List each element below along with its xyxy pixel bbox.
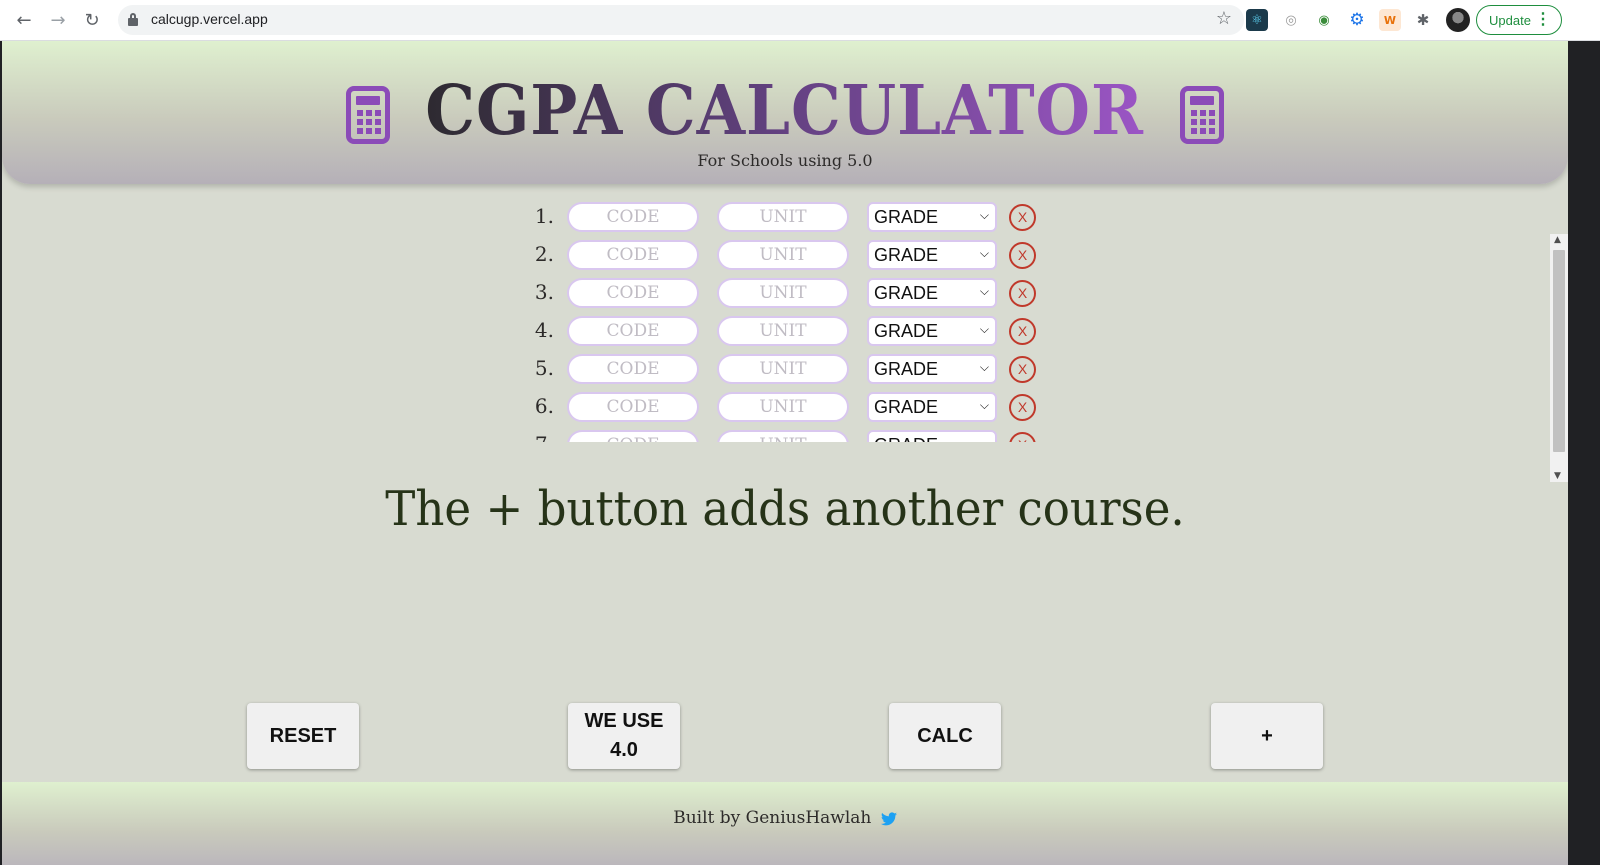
- address-bar[interactable]: calcugp.vercel.app ☆: [118, 5, 1244, 35]
- course-code-input[interactable]: CODE: [567, 278, 699, 308]
- footer: Built by GeniusHawlah: [2, 782, 1568, 865]
- grade-value: GRADE: [874, 283, 939, 303]
- browser-toolbar: ← → ↻ calcugp.vercel.app ☆ ⚛ ◎ ◉ ⚙ W ✱ U…: [0, 0, 1600, 41]
- course-list[interactable]: 1. CODE UNIT GRADE ⌵ X 2. CODE UNIT GRADE…: [2, 194, 1568, 442]
- remove-course-button[interactable]: X: [1009, 204, 1036, 231]
- grade-value: GRADE: [874, 397, 939, 417]
- course-unit-input[interactable]: UNIT: [717, 278, 849, 308]
- url-text: calcugp.vercel.app: [151, 11, 268, 27]
- course-code-input[interactable]: CODE: [567, 202, 699, 232]
- course-code-input[interactable]: CODE: [567, 392, 699, 422]
- puzzle-icon[interactable]: ✱: [1412, 9, 1434, 31]
- page-subtitle: For Schools using 5.0: [697, 151, 873, 170]
- row-number: 4.: [534, 318, 554, 342]
- course-list-scrollbar[interactable]: ▲ ▼: [1550, 234, 1568, 482]
- row-number: 3.: [534, 280, 554, 304]
- w-extension-icon[interactable]: W: [1379, 9, 1401, 31]
- scrollbar-thumb[interactable]: [1553, 250, 1565, 452]
- course-row: 1. CODE UNIT GRADE ⌵ X: [532, 202, 1042, 234]
- grade-select[interactable]: GRADE ⌵: [867, 278, 997, 308]
- chevron-down-icon: ⌵: [979, 246, 989, 260]
- add-course-button[interactable]: +: [1211, 703, 1323, 769]
- globe-extension-icon[interactable]: ◉: [1313, 9, 1335, 31]
- reset-button[interactable]: RESET: [247, 703, 359, 769]
- hint-text: The + button adds another course.: [385, 481, 1185, 537]
- extension-icon[interactable]: ◎: [1280, 9, 1302, 31]
- course-row: 2. CODE UNIT GRADE ⌵ X: [532, 240, 1042, 272]
- course-code-input[interactable]: CODE: [567, 354, 699, 384]
- remove-course-button[interactable]: X: [1009, 280, 1036, 307]
- course-code-input[interactable]: CODE: [567, 240, 699, 270]
- scroll-up-arrow-icon[interactable]: ▲: [1554, 235, 1561, 245]
- remove-course-button[interactable]: X: [1009, 242, 1036, 269]
- react-devtools-icon[interactable]: ⚛: [1246, 9, 1268, 31]
- settings-gear-icon[interactable]: ⚙: [1346, 9, 1368, 31]
- grade-select[interactable]: GRADE ⌵: [867, 430, 997, 442]
- update-button[interactable]: Update ⋮: [1476, 5, 1562, 35]
- grade-select[interactable]: GRADE ⌵: [867, 392, 997, 422]
- title-row: CGPA CALCULATOR: [2, 71, 1568, 151]
- chevron-down-icon: ⌵: [979, 398, 989, 412]
- course-row: 3. CODE UNIT GRADE ⌵ X: [532, 278, 1042, 310]
- back-arrow-icon[interactable]: ←: [12, 8, 36, 32]
- page: CGPA CALCULATOR For Schools using 5.0 1.…: [2, 41, 1568, 865]
- course-row: 4. CODE UNIT GRADE ⌵ X: [532, 316, 1042, 348]
- forward-arrow-icon[interactable]: →: [46, 8, 70, 32]
- grade-select[interactable]: GRADE ⌵: [867, 354, 997, 384]
- row-number: 1.: [534, 204, 554, 228]
- lock-icon: [128, 13, 138, 26]
- chevron-down-icon: ⌵: [979, 284, 989, 298]
- course-unit-input[interactable]: UNIT: [717, 240, 849, 270]
- grade-select[interactable]: GRADE ⌵: [867, 240, 997, 270]
- grade-select[interactable]: GRADE ⌵: [867, 316, 997, 346]
- course-row: 7. CODE UNIT GRADE ⌵ X: [532, 430, 1042, 442]
- footer-credit: Built by GeniusHawlah: [2, 808, 1568, 828]
- course-unit-input[interactable]: UNIT: [717, 202, 849, 232]
- header: CGPA CALCULATOR For Schools using 5.0: [2, 41, 1568, 184]
- calc-button[interactable]: CALC: [889, 703, 1001, 769]
- row-number: 6.: [534, 394, 554, 418]
- we-use-4-button[interactable]: WE USE 4.0: [568, 703, 680, 769]
- row-number: 5.: [534, 356, 554, 380]
- row-number: 7.: [532, 432, 554, 442]
- remove-course-button[interactable]: X: [1009, 356, 1036, 383]
- remove-course-button[interactable]: X: [1009, 394, 1036, 421]
- we-use-line1: WE USE: [584, 710, 664, 732]
- reload-icon[interactable]: ↻: [80, 8, 104, 32]
- we-use-button-label: WE USE 4.0: [585, 707, 664, 765]
- remove-course-button[interactable]: X: [1009, 432, 1036, 442]
- chevron-down-icon: ⌵: [979, 208, 989, 222]
- course-unit-input[interactable]: UNIT: [717, 354, 849, 384]
- course-row: 6. CODE UNIT GRADE ⌵ X: [532, 392, 1042, 424]
- update-label: Update: [1489, 12, 1531, 28]
- remove-course-button[interactable]: X: [1009, 318, 1036, 345]
- page-title: CGPA CALCULATOR: [425, 71, 1145, 151]
- course-unit-input[interactable]: UNIT: [717, 316, 849, 346]
- bookmark-star-icon[interactable]: ☆: [1216, 8, 1232, 29]
- twitter-bird-icon[interactable]: [880, 811, 897, 826]
- chevron-down-icon: ⌵: [980, 436, 989, 442]
- scroll-down-arrow-icon[interactable]: ▼: [1554, 471, 1561, 481]
- grade-select[interactable]: GRADE ⌵: [867, 202, 997, 232]
- course-code-input[interactable]: CODE: [567, 316, 699, 346]
- calculator-icon: [1179, 86, 1224, 144]
- grade-value: GRADE: [874, 359, 939, 379]
- grade-value: GRADE: [874, 435, 938, 442]
- chevron-down-icon: ⌵: [979, 360, 989, 374]
- grade-value: GRADE: [874, 245, 939, 265]
- course-unit-input[interactable]: UNIT: [717, 430, 849, 442]
- calculator-icon: [346, 86, 391, 144]
- menu-dots-icon: ⋮: [1535, 11, 1551, 28]
- grade-value: GRADE: [874, 207, 939, 227]
- grade-value: GRADE: [874, 321, 939, 341]
- footer-text: Built by GeniusHawlah: [673, 808, 872, 828]
- course-code-input[interactable]: CODE: [567, 430, 699, 442]
- row-number: 2.: [534, 242, 554, 266]
- course-row: 5. CODE UNIT GRADE ⌵ X: [532, 354, 1042, 386]
- course-unit-input[interactable]: UNIT: [717, 392, 849, 422]
- we-use-line2: 4.0: [610, 739, 638, 761]
- chevron-down-icon: ⌵: [979, 322, 989, 336]
- profile-avatar[interactable]: [1446, 8, 1470, 32]
